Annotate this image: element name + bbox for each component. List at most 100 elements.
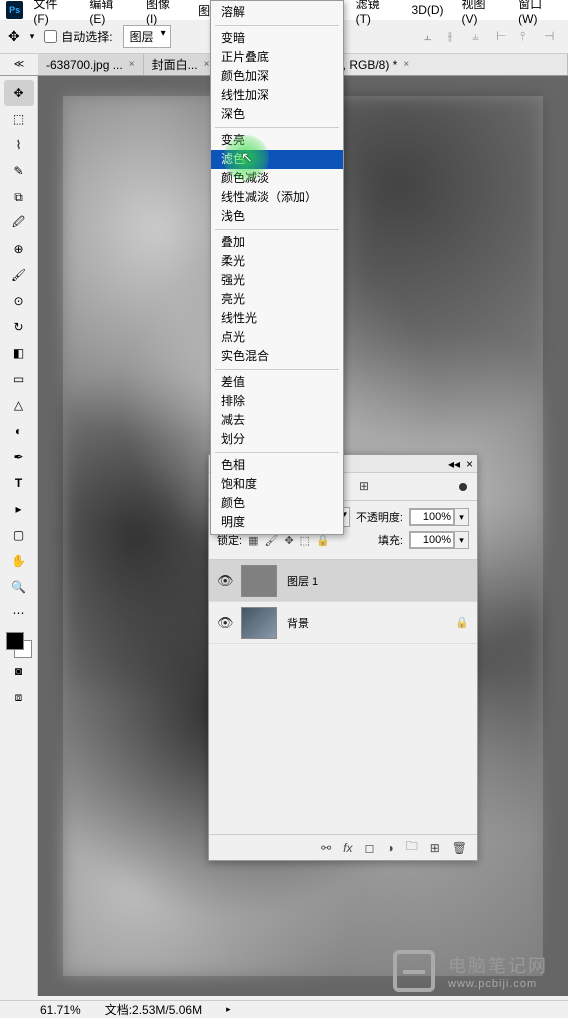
hand-tool[interactable]: ✋ (4, 548, 34, 574)
menu-file[interactable]: 文件(F) (25, 0, 79, 28)
tab-3-close-icon[interactable]: × (403, 59, 409, 70)
align-vcenter-icon[interactable]: ⫲ (448, 29, 464, 45)
visibility-icon[interactable]: 👁 (217, 615, 231, 631)
new-layer-icon[interactable]: ⊞ (430, 841, 440, 855)
foreground-color[interactable] (6, 632, 24, 650)
align-right-icon[interactable]: ⊣ (544, 29, 560, 45)
blend-hard-mix[interactable]: 实色混合 (211, 347, 343, 366)
lock-pixels-icon[interactable]: 🖌 (264, 534, 278, 547)
fill-input[interactable]: 100% (410, 532, 454, 548)
menu-filter[interactable]: 滤镜(T) (348, 0, 402, 28)
blend-overlay[interactable]: 叠加 (211, 233, 343, 252)
blend-dissolve[interactable]: 溶解 (211, 3, 343, 22)
blend-divide[interactable]: 划分 (211, 430, 343, 449)
layer-thumbnail[interactable] (241, 565, 277, 597)
menu-edit[interactable]: 编辑(E) (81, 0, 136, 28)
dropdown-arrow-icon[interactable]: ▾ (30, 31, 35, 42)
blend-linear-dodge[interactable]: 线性减淡（添加） (211, 188, 343, 207)
layer-item-1[interactable]: 👁 图层 1 (209, 560, 477, 602)
blend-difference[interactable]: 差值 (211, 373, 343, 392)
blend-saturation[interactable]: 饱和度 (211, 475, 343, 494)
layer-group-select[interactable]: 图层 (123, 25, 171, 48)
blend-pin-light[interactable]: 点光 (211, 328, 343, 347)
blend-darken[interactable]: 变暗 (211, 29, 343, 48)
layer-mask-icon[interactable]: ◻ (364, 841, 374, 855)
move-tool[interactable]: ✥ (4, 80, 34, 106)
status-more-icon[interactable]: ▸ (226, 1004, 231, 1015)
type-tool[interactable]: T (4, 470, 34, 496)
menu-window[interactable]: 窗口(W) (510, 0, 568, 28)
blur-tool[interactable]: △ (4, 392, 34, 418)
blend-color-burn[interactable]: 颜色加深 (211, 67, 343, 86)
blend-multiply[interactable]: 正片叠底 (211, 48, 343, 67)
lock-artboard-icon[interactable]: ⬚ (300, 534, 310, 547)
gradient-tool[interactable]: ▭ (4, 366, 34, 392)
blend-luminosity[interactable]: 明度 (211, 513, 343, 532)
screen-mode-tool[interactable]: ⧈ (4, 684, 34, 710)
blend-color-dodge[interactable]: 颜色减淡 (211, 169, 343, 188)
lock-transparency-icon[interactable]: ▦ (248, 534, 258, 547)
blend-linear-light[interactable]: 线性光 (211, 309, 343, 328)
tab-2-close-icon[interactable]: × (204, 59, 210, 70)
eraser-tool[interactable]: ◧ (4, 340, 34, 366)
lock-position-icon[interactable]: ✥ (284, 534, 293, 547)
fill-dropdown-icon[interactable]: ▾ (454, 532, 468, 548)
blend-color[interactable]: 颜色 (211, 494, 343, 513)
tab-1-close-icon[interactable]: × (129, 59, 135, 70)
dodge-tool[interactable]: ◐ (4, 418, 34, 444)
lasso-tool[interactable]: ⌇ (4, 132, 34, 158)
auto-select-checkbox[interactable] (44, 30, 57, 43)
visibility-icon[interactable]: 👁 (217, 573, 231, 589)
delete-layer-icon[interactable]: 🗑 (452, 841, 467, 855)
quick-mask-tool[interactable]: ◙ (4, 658, 34, 684)
layer-name[interactable]: 图层 1 (287, 573, 469, 589)
menu-view[interactable]: 视图(V) (454, 0, 509, 28)
align-hcenter-icon[interactable]: ⫯ (520, 29, 536, 45)
blend-lighter-color[interactable]: 浅色 (211, 207, 343, 226)
blend-darker-color[interactable]: 深色 (211, 105, 343, 124)
tab-1[interactable]: -638700.jpg ... × (38, 54, 144, 75)
blend-lighten[interactable]: 变亮 (211, 131, 343, 150)
adjustment-layer-icon[interactable]: ◑ (386, 841, 393, 855)
align-bottom-icon[interactable]: ⫨ (472, 29, 488, 45)
shape-tool[interactable]: ▢ (4, 522, 34, 548)
blend-vivid-light[interactable]: 亮光 (211, 290, 343, 309)
quick-select-tool[interactable]: ✎ (4, 158, 34, 184)
stamp-tool[interactable]: ⊙ (4, 288, 34, 314)
align-top-icon[interactable]: ⫠ (424, 29, 440, 45)
panel-close-icon[interactable]: × (466, 457, 473, 471)
tab-scroll-icon[interactable]: ≪ (0, 54, 38, 75)
layer-thumbnail[interactable] (241, 607, 277, 639)
blend-hue[interactable]: 色相 (211, 456, 343, 475)
menu-image[interactable]: 图像(I) (138, 0, 188, 28)
new-group-icon[interactable]: 🗀 (406, 837, 418, 858)
history-brush-tool[interactable]: ↻ (4, 314, 34, 340)
layer-item-background[interactable]: 👁 背景 🔒 (209, 602, 477, 644)
edit-toolbar[interactable]: ⋯ (4, 600, 34, 626)
filter-toggle-icon[interactable] (459, 483, 467, 491)
brush-tool[interactable]: 🖌 (4, 262, 34, 288)
blend-hard-light[interactable]: 强光 (211, 271, 343, 290)
zoom-tool[interactable]: 🔍 (4, 574, 34, 600)
opacity-dropdown-icon[interactable]: ▾ (454, 509, 468, 525)
lock-all-icon[interactable]: 🔒 (316, 534, 330, 547)
layer-name[interactable]: 背景 (287, 615, 445, 631)
color-swatch[interactable] (6, 632, 32, 658)
eyedropper-tool[interactable]: 🖉 (4, 210, 34, 236)
marquee-tool[interactable]: ⬚ (4, 106, 34, 132)
blend-screen[interactable]: 滤色 (211, 150, 343, 169)
zoom-level[interactable]: 61.71% (40, 1003, 81, 1017)
blend-subtract[interactable]: 减去 (211, 411, 343, 430)
link-layers-icon[interactable]: ⚯ (321, 841, 331, 855)
layer-fx-icon[interactable]: fx (343, 841, 352, 855)
blend-exclusion[interactable]: 排除 (211, 392, 343, 411)
crop-tool[interactable]: ⧉ (4, 184, 34, 210)
align-left-icon[interactable]: ⊢ (496, 29, 512, 45)
opacity-input[interactable]: 100% (410, 509, 454, 525)
menu-3d[interactable]: 3D(D) (404, 1, 452, 19)
panel-collapse-icon[interactable]: ◂◂ (448, 457, 460, 471)
path-select-tool[interactable]: ▸ (4, 496, 34, 522)
healing-tool[interactable]: ⊕ (4, 236, 34, 262)
tab-more-icon[interactable]: ⊞ (359, 479, 375, 495)
tab-2[interactable]: 封面白... × (144, 54, 219, 75)
